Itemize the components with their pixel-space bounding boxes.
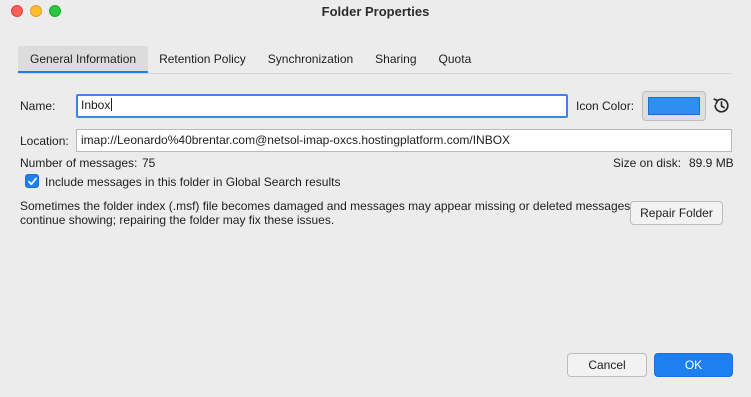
tab-divider (18, 73, 731, 74)
location-field[interactable]: imap://Leonardo%40brentar.com@netsol-ima… (76, 129, 732, 152)
messages-count-value: 75 (142, 156, 156, 170)
tab-retention-policy[interactable]: Retention Policy (148, 46, 257, 73)
repair-info-line-2: continue showing; repairing the folder m… (20, 213, 335, 227)
tab-synchronization[interactable]: Synchronization (257, 46, 364, 73)
ok-button[interactable]: OK (654, 353, 733, 377)
global-search-label: Include messages in this folder in Globa… (45, 175, 341, 189)
tab-quota[interactable]: Quota (428, 46, 483, 73)
tab-general-information[interactable]: General Information (18, 46, 149, 73)
text-caret (111, 98, 113, 111)
location-label: Location: (20, 134, 69, 148)
messages-count-label: Number of messages: (20, 156, 138, 170)
name-label: Name: (20, 99, 56, 113)
checkmark-icon (28, 177, 37, 186)
size-on-disk-value: 89.9 MB (689, 156, 734, 170)
cancel-button[interactable]: Cancel (567, 353, 647, 377)
tab-bar: General Information Retention Policy Syn… (18, 46, 482, 73)
repair-info-line-1: Sometimes the folder index (.msf) file b… (20, 199, 631, 213)
icon-color-picker-button[interactable] (642, 91, 706, 121)
icon-color-label: Icon Color: (576, 99, 635, 113)
title-bar: Folder Properties (0, 0, 751, 24)
window-title: Folder Properties (321, 4, 430, 19)
size-on-disk-label: Size on disk: (613, 156, 682, 170)
repair-folder-button[interactable]: Repair Folder (630, 201, 723, 225)
name-field-value: Inbox (81, 98, 111, 112)
icon-color-swatch (648, 97, 700, 115)
name-field[interactable]: Inbox (76, 94, 568, 118)
tab-sharing[interactable]: Sharing (364, 46, 427, 73)
global-search-checkbox[interactable] (25, 174, 39, 188)
reset-color-icon[interactable] (711, 95, 732, 116)
